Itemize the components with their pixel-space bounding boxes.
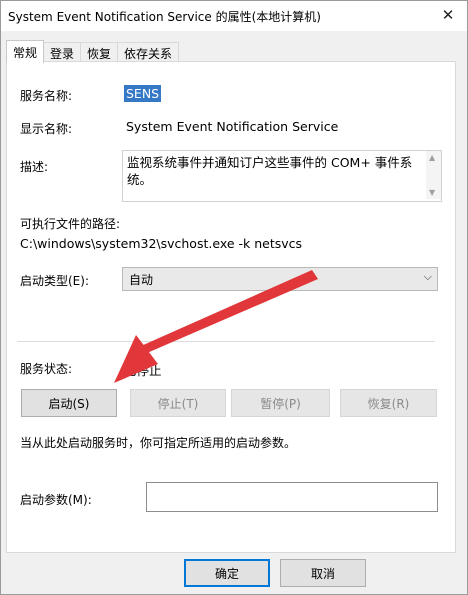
tab-strip: 常规 登录 恢复 依存关系 [6,40,180,63]
general-tab-panel: 服务名称: SENS 显示名称: System Event Notificati… [6,61,456,553]
service-name-value[interactable]: SENS [124,85,162,102]
exe-path-label: 可执行文件的路径: [20,217,121,231]
exe-path-value: C:\windows\system32\svchost.exe -k netsv… [20,236,303,251]
startup-type-label: 启动类型(E): [20,274,89,288]
scroll-up-icon[interactable]: ▲ [429,153,435,162]
start-params-label: 启动参数(M): [20,493,92,507]
description-field[interactable]: 监视系统事件并通知订户这些事件的 COM+ 事件系统。 ▲ ▼ [122,150,442,202]
tab-logon[interactable]: 登录 [43,42,82,63]
display-name-label: 显示名称: [20,122,73,136]
pause-button[interactable]: 暂停(P) [231,389,330,417]
start-button[interactable]: 启动(S) [21,389,117,417]
start-params-input[interactable] [146,482,438,512]
pause-button-label: 暂停(P) [260,396,301,411]
service-status-value: 已停止 [124,363,162,378]
stop-button[interactable]: 停止(T) [130,389,226,417]
dialog-client: 常规 登录 恢复 依存关系 服务名称: SENS 显示名称: System Ev… [1,31,467,594]
tab-label: 恢复 [87,46,112,61]
cancel-button-label: 取消 [310,566,335,581]
tab-label: 登录 [50,46,75,61]
stop-button-label: 停止(T) [157,396,199,411]
startup-type-dropdown[interactable]: 自动 ⌵ [122,267,438,291]
chevron-down-icon: ⌵ [423,270,432,283]
resume-button[interactable]: 恢复(R) [340,389,437,417]
tab-recovery[interactable]: 恢复 [80,42,119,63]
cancel-button[interactable]: 取消 [280,559,366,587]
description-text: 监视系统事件并通知订户这些事件的 COM+ 事件系统。 [127,155,413,187]
resume-button-label: 恢复(R) [367,396,410,411]
ok-button[interactable]: 确定 [184,559,270,587]
description-scrollbar[interactable]: ▲ ▼ [426,151,441,199]
description-label: 描述: [20,160,49,174]
tab-label: 依存关系 [124,46,173,61]
ok-button-label: 确定 [214,566,239,581]
properties-dialog: System Event Notification Service 的属性(本地… [0,0,468,595]
display-name-value: System Event Notification Service [126,119,339,134]
window-title: System Event Notification Service 的属性(本地… [8,10,321,24]
separator [17,341,435,342]
close-icon[interactable]: ✕ [435,3,461,27]
scroll-down-icon[interactable]: ▼ [429,188,435,197]
title-bar[interactable]: System Event Notification Service 的属性(本地… [1,1,467,31]
startup-type-value: 自动 [129,273,154,287]
service-name-selected: SENS [124,85,162,102]
start-params-hint: 当从此处启动服务时，你可指定所适用的启动参数。 [20,436,297,450]
service-status-label: 服务状态: [20,362,73,376]
service-name-label: 服务名称: [20,89,73,103]
tab-general[interactable]: 常规 [6,40,45,63]
tab-dependencies[interactable]: 依存关系 [117,42,180,63]
start-button-label: 启动(S) [48,396,90,411]
tab-label: 常规 [13,45,38,60]
